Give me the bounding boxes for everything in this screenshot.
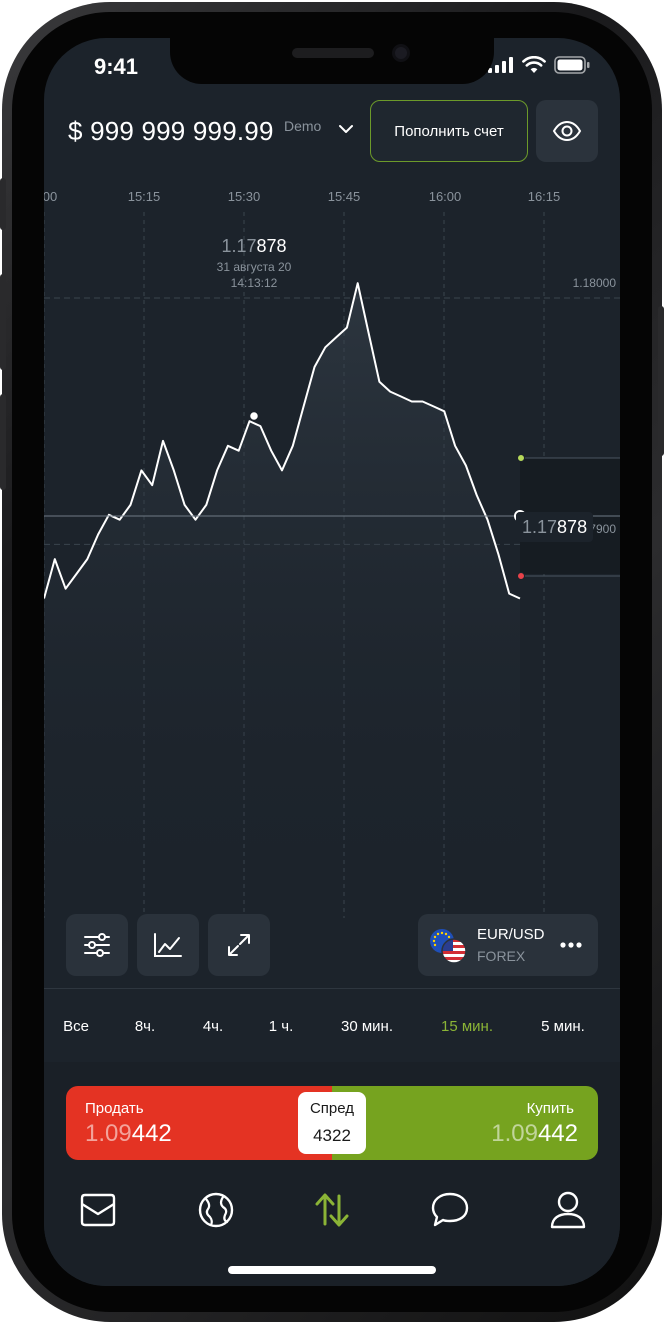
battery-icon (554, 56, 590, 74)
timeframe-15m[interactable]: 15 мин. (441, 1018, 493, 1035)
current-price-prefix: 1.17 (522, 516, 558, 537)
account-balance: $ 999 999 999.99 (68, 116, 274, 146)
instrument-selector[interactable]: EUR/USD FOREX (418, 914, 598, 976)
account-type-label: Demo (284, 118, 322, 134)
expand-icon (228, 934, 250, 956)
notch (170, 38, 494, 84)
sell-price: 1.09442 (85, 1120, 172, 1148)
timeframe-5m[interactable]: 5 мин. (541, 1018, 585, 1035)
portfolio-icon (80, 1193, 116, 1227)
buy-price-prefix: 1.09 (491, 1120, 538, 1147)
trade-arrows-icon (315, 1193, 349, 1227)
sell-price-suffix: 442 (131, 1120, 172, 1147)
timeframe-30m[interactable]: 30 мин. (341, 1018, 393, 1035)
bid-marker (517, 572, 525, 580)
instrument-name: EUR/USD (477, 926, 545, 943)
timeframe-all[interactable]: Все (63, 1018, 89, 1035)
timeframe-8h[interactable]: 8ч. (135, 1018, 155, 1035)
time-tick-label: 15:30 (227, 189, 261, 204)
line-chart-icon (154, 933, 182, 957)
selected-point-marker[interactable] (248, 410, 260, 422)
nav-chat[interactable] (426, 1186, 474, 1234)
eye-icon (552, 121, 582, 141)
trade-bar: Продать 1.09442 Купить 1.09442 Спред 432… (66, 1086, 598, 1160)
time-tick-label: 15:45 (327, 189, 361, 204)
price-area-fill (44, 283, 520, 918)
ask-marker (517, 454, 525, 462)
buy-label: Купить (526, 1100, 574, 1117)
buy-button[interactable]: Купить 1.09442 (332, 1086, 598, 1160)
price-tick-label: 1.18000 (572, 276, 616, 290)
chart-type-button[interactable] (137, 914, 199, 976)
time-tick-label: 16:15 (527, 189, 561, 204)
timeframe-1h[interactable]: 1 ч. (269, 1018, 294, 1035)
divider (44, 988, 620, 989)
volume-down-button (0, 394, 6, 490)
tooltip-price-suffix: 878 (256, 236, 287, 256)
tooltip-price: 1.17878 (221, 236, 286, 257)
timeframe-4h[interactable]: 4ч. (203, 1018, 223, 1035)
sliders-icon (84, 933, 110, 957)
status-icons (488, 56, 590, 74)
buy-price-suffix: 442 (537, 1120, 578, 1147)
timeframe-selector: Все 8ч. 4ч. 1 ч. 30 мин. 15 мин. 5 мин. (44, 1008, 620, 1044)
more-options-icon[interactable] (560, 934, 582, 956)
sell-button[interactable]: Продать 1.09442 (66, 1086, 332, 1160)
tooltip-time: 14:13:12 (230, 276, 278, 290)
volume-up-button (0, 274, 6, 370)
nav-profile[interactable] (544, 1186, 592, 1234)
bottom-panel: Продать 1.09442 Купить 1.09442 Спред 432… (44, 1062, 620, 1286)
time-tick-label: 16:00 (428, 189, 462, 204)
price-chart-svg[interactable] (44, 178, 620, 918)
spread-label: Спред (309, 1100, 355, 1117)
account-dropdown-chevron-icon[interactable] (338, 124, 354, 134)
power-button (658, 306, 664, 456)
buy-price: 1.09442 (491, 1120, 578, 1148)
home-indicator (228, 1266, 436, 1274)
spread-indicator: Спред 4322 (298, 1092, 366, 1154)
mute-switch (0, 178, 6, 230)
chat-icon (431, 1192, 469, 1227)
app-screen: 9:41 $ 999 999 999.99 Demo Пополнить сче… (44, 38, 620, 1286)
speaker (292, 48, 374, 58)
eur-usd-flags-icon (430, 929, 467, 964)
sell-label: Продать (85, 1100, 144, 1117)
tooltip-date: 31 августа 20 (216, 260, 292, 274)
globe-icon (198, 1192, 234, 1228)
nav-markets[interactable] (192, 1186, 240, 1234)
toggle-balance-visibility-button[interactable] (536, 100, 598, 162)
tooltip-price-prefix: 1.17 (221, 236, 257, 256)
front-camera (392, 44, 410, 62)
nav-trade[interactable] (308, 1186, 356, 1234)
deposit-button[interactable]: Пополнить счет (370, 100, 528, 162)
account-header: $ 999 999 999.99 Demo Пополнить счет (44, 98, 620, 164)
time-tick-label: 15:15 (127, 189, 161, 204)
status-time: 9:41 (94, 54, 139, 79)
fullscreen-button[interactable] (208, 914, 270, 976)
wifi-icon (522, 56, 546, 73)
sell-price-prefix: 1.09 (85, 1120, 132, 1147)
current-price-label: 1.17 878 (516, 512, 594, 542)
nav-portfolio[interactable] (74, 1186, 122, 1234)
price-chart[interactable]: 00 15:15 15:30 15:45 16:00 16:15 1.18000 1.179… (44, 178, 620, 918)
spread-value: 4322 (313, 1126, 351, 1145)
time-tick-label: 00 (44, 189, 58, 204)
chart-settings-button[interactable] (66, 914, 128, 976)
profile-icon (550, 1191, 586, 1229)
current-price-suffix: 878 (557, 516, 588, 537)
instrument-type: FOREX (477, 948, 526, 964)
